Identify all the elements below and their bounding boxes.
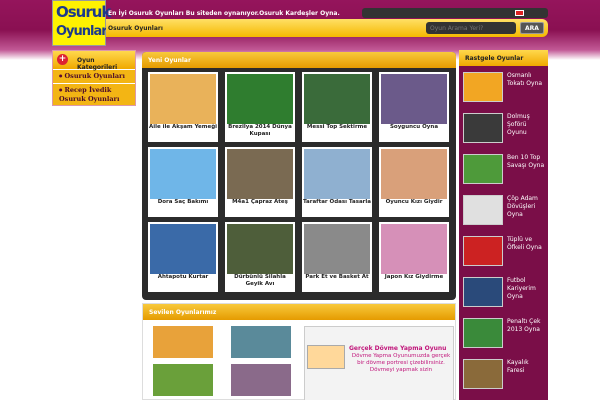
random-game-item[interactable]: Dolmuş Şoförü Oyunu bbox=[461, 111, 547, 147]
game-thumbnail[interactable] bbox=[227, 74, 293, 124]
game-card[interactable]: Taraftar Odası Tasarla bbox=[302, 147, 372, 217]
game-thumbnail[interactable] bbox=[150, 149, 216, 199]
category-sidebar: + Oyun Kategorileri Osuruk Oyunları Rece… bbox=[52, 50, 136, 106]
random-game-thumbnail[interactable] bbox=[463, 236, 503, 266]
game-thumbnail[interactable] bbox=[150, 224, 216, 274]
random-game-title[interactable]: Futbol Kariyerim Oyna bbox=[507, 277, 547, 301]
random-game-thumbnail[interactable] bbox=[463, 277, 503, 307]
game-card[interactable]: Dora Saç Bakımı bbox=[148, 147, 218, 217]
game-card[interactable]: Brezilya 2014 Dünya Kupası bbox=[225, 72, 295, 142]
random-game-thumbnail[interactable] bbox=[463, 359, 503, 389]
game-title[interactable]: Japon Kız Giydirme bbox=[379, 274, 449, 281]
search-input[interactable] bbox=[426, 22, 516, 34]
game-card[interactable]: Park Et ve Basket At bbox=[302, 222, 372, 292]
random-game-title[interactable]: Çöp Adam Dövüşleri Oyna bbox=[507, 195, 547, 219]
page: Osuruk Oyunları En İyi Osuruk Oyunları B… bbox=[52, 0, 548, 400]
game-card[interactable]: Soyguncu Oyna bbox=[379, 72, 449, 142]
category-item[interactable]: Osuruk Oyunları bbox=[53, 69, 135, 83]
game-thumbnail[interactable] bbox=[227, 149, 293, 199]
game-title[interactable]: Aile ile Akşam Yemeği bbox=[148, 124, 218, 131]
new-games-panel: Yeni Oyunlar Aile ile Akşam Yemeği Brezil… bbox=[142, 52, 456, 300]
random-game-title[interactable]: Penaltı Çek 2013 Oyna bbox=[507, 318, 547, 334]
game-thumbnail[interactable] bbox=[381, 149, 447, 199]
random-game-title[interactable]: Kayalık Faresi bbox=[507, 359, 547, 375]
random-games-header: Rastgele Oyunlar bbox=[459, 50, 548, 66]
logo-text-bottom: Oyunları bbox=[56, 24, 111, 39]
popular-game-thumb[interactable] bbox=[231, 364, 291, 396]
game-thumbnail[interactable] bbox=[304, 224, 370, 274]
random-game-thumbnail[interactable] bbox=[463, 113, 503, 143]
game-card[interactable]: Dürbünlü Silahla Geyik Avı bbox=[225, 222, 295, 292]
game-card[interactable]: Messi Top Sektirme bbox=[302, 72, 372, 142]
nav-home-link[interactable]: Osuruk Oyunları bbox=[108, 25, 163, 32]
search-button[interactable]: ARA bbox=[520, 22, 544, 34]
category-item[interactable]: Recep İvedik Osuruk Oyunları bbox=[53, 83, 135, 105]
random-game-thumbnail[interactable] bbox=[463, 318, 503, 348]
game-thumbnail[interactable] bbox=[304, 74, 370, 124]
game-thumbnail[interactable] bbox=[227, 224, 293, 274]
top-bar bbox=[362, 8, 548, 18]
game-thumbnail[interactable] bbox=[381, 224, 447, 274]
random-game-item[interactable]: Tüplü ve Öfkeli Oyna bbox=[461, 234, 547, 270]
plus-icon: + bbox=[57, 54, 68, 65]
game-card[interactable]: Japon Kız Giydirme bbox=[379, 222, 449, 292]
language-flag-icon[interactable] bbox=[515, 10, 524, 16]
random-game-item[interactable]: Kayalık Faresi bbox=[461, 357, 547, 393]
game-card[interactable]: Oyuncu Kızı Giydir bbox=[379, 147, 449, 217]
random-game-item[interactable]: Futbol Kariyerim Oyna bbox=[461, 275, 547, 311]
random-game-item[interactable]: Penaltı Çek 2013 Oyna bbox=[461, 316, 547, 352]
category-header: + Oyun Kategorileri bbox=[53, 51, 135, 71]
random-games-title: Rastgele Oyunlar bbox=[465, 55, 524, 62]
popular-title: Sevilen Oyunlarımız bbox=[149, 309, 217, 316]
random-game-title[interactable]: Tüplü ve Öfkeli Oyna bbox=[507, 236, 547, 252]
game-title[interactable]: Oyuncu Kızı Giydir bbox=[379, 199, 449, 206]
random-game-item[interactable]: Ben 10 Top Savaşı Oyna bbox=[461, 152, 547, 188]
game-title[interactable]: Ahtapotu Kurtar bbox=[148, 274, 218, 281]
random-game-title[interactable]: Osmanlı Tokatı Oyna bbox=[507, 72, 547, 88]
category-title: Oyun Kategorileri bbox=[77, 57, 118, 71]
popular-header: Sevilen Oyunlarımız bbox=[143, 304, 455, 320]
game-title[interactable]: Brezilya 2014 Dünya Kupası bbox=[225, 124, 295, 138]
game-card[interactable]: Ahtapotu Kurtar bbox=[148, 222, 218, 292]
game-thumbnail[interactable] bbox=[381, 74, 447, 124]
popular-game-thumb[interactable] bbox=[153, 364, 213, 396]
popular-game-thumb[interactable] bbox=[153, 326, 213, 358]
new-games-title: Yeni Oyunlar bbox=[148, 57, 191, 64]
game-title[interactable]: Taraftar Odası Tasarla bbox=[302, 199, 372, 206]
site-logo[interactable]: Osuruk Oyunları bbox=[52, 0, 111, 46]
game-title[interactable]: Messi Top Sektirme bbox=[302, 124, 372, 131]
popular-game-thumb[interactable] bbox=[231, 326, 291, 358]
game-title[interactable]: M4a1 Çapraz Ateş bbox=[225, 199, 295, 206]
game-title[interactable]: Park Et ve Basket At bbox=[302, 274, 372, 281]
random-game-item[interactable]: Osmanlı Tokatı Oyna bbox=[461, 70, 547, 106]
random-game-thumbnail[interactable] bbox=[463, 72, 503, 102]
featured-game[interactable]: Gerçek Dövme Yapma Oyunu Dövme Yapma Oyu… bbox=[304, 326, 454, 400]
game-title[interactable]: Soyguncu Oyna bbox=[379, 124, 449, 131]
logo-text-top: Osuruk bbox=[56, 3, 111, 21]
featured-game-image[interactable] bbox=[307, 345, 345, 369]
game-thumbnail[interactable] bbox=[304, 149, 370, 199]
popular-games-panel: Sevilen Oyunlarımız Gerçek Dövme Yapma O… bbox=[142, 303, 456, 400]
random-game-thumbnail[interactable] bbox=[463, 195, 503, 225]
site-tagline: En İyi Osuruk Oyunları Bu siteden oynanı… bbox=[108, 10, 340, 17]
game-title[interactable]: Dürbünlü Silahla Geyik Avı bbox=[225, 274, 295, 288]
game-card[interactable]: Aile ile Akşam Yemeği bbox=[148, 72, 218, 142]
random-game-item[interactable]: Çöp Adam Dövüşleri Oyna bbox=[461, 193, 547, 229]
featured-game-title[interactable]: Gerçek Dövme Yapma Oyunu bbox=[349, 345, 446, 352]
random-games-sidebar: Rastgele Oyunlar Osmanlı Tokatı Oyna Dolm… bbox=[459, 50, 548, 400]
random-game-thumbnail[interactable] bbox=[463, 154, 503, 184]
random-game-title[interactable]: Ben 10 Top Savaşı Oyna bbox=[507, 154, 547, 170]
game-card[interactable]: M4a1 Çapraz Ateş bbox=[225, 147, 295, 217]
game-title[interactable]: Dora Saç Bakımı bbox=[148, 199, 218, 206]
game-thumbnail[interactable] bbox=[150, 74, 216, 124]
new-games-header: Yeni Oyunlar bbox=[142, 52, 456, 68]
random-game-title[interactable]: Dolmuş Şoförü Oyunu bbox=[507, 113, 547, 137]
featured-game-description: Dövme Yapma Oyunumuzda gerçek bir dövme … bbox=[351, 353, 451, 373]
